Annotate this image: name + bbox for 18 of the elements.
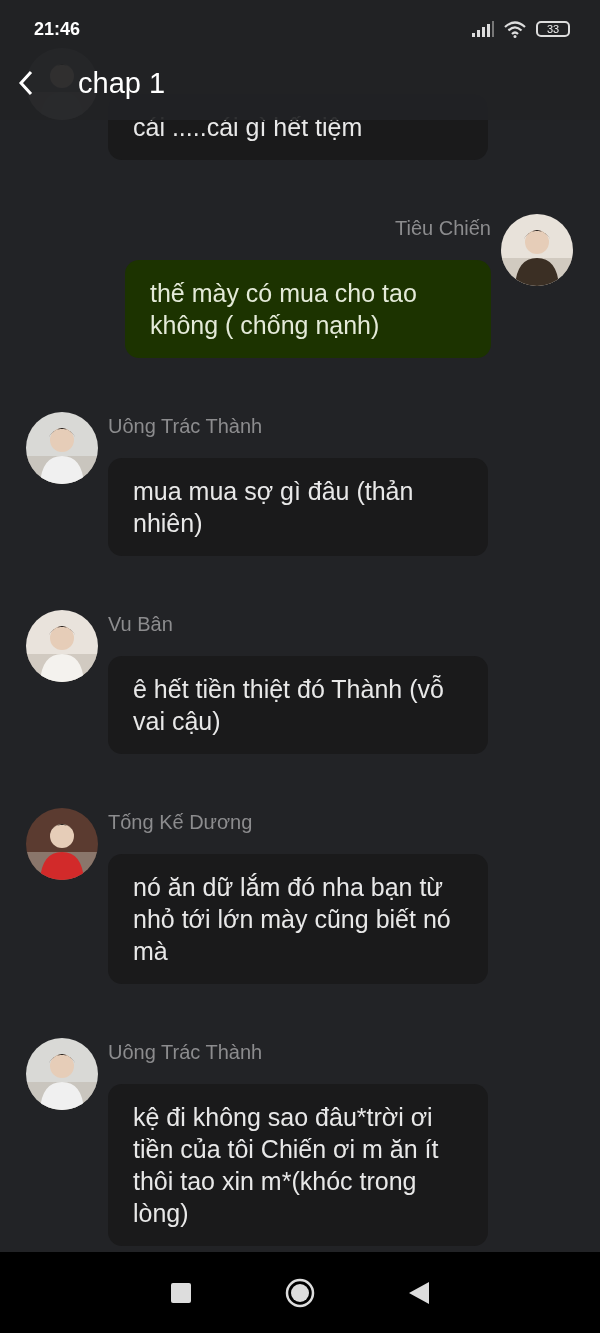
battery-indicator: 33 [536, 21, 570, 37]
back-icon[interactable] [409, 1281, 429, 1304]
sender-name: Uông Trác Thành [108, 414, 263, 438]
signal-icon [472, 21, 494, 37]
sender-name: Vu Bân [108, 612, 173, 636]
sender-name: Tiêu Chiến [395, 216, 491, 240]
message-bubble: thế mày có mua cho tao không ( chống nạnh) [125, 260, 491, 358]
sender-name: Uông Trác Thành [108, 1040, 263, 1064]
status-time: 21:46 [34, 18, 81, 40]
message-bubble: kệ đi không sao đâu*trời ơi tiền của tôi Chiến ơi m ăn ít thôi tao xin m*(khóc trong lòng) [108, 1084, 488, 1246]
wifi-icon [504, 20, 526, 38]
message-bubble: mua mua sợ gì đâu (thản nhiên) [108, 458, 488, 556]
back-icon[interactable] [18, 70, 34, 96]
message-bubble: nó ăn dữ lắm đó nha bạn từ nhỏ tới lớn mày cũng biết nó mà [108, 854, 488, 984]
sender-name: Tống Kế Dương [108, 810, 253, 834]
message-bubble: ê hết tiền thiệt đó Thành (vỗ vai cậu) [108, 656, 488, 754]
recents-icon[interactable] [171, 1282, 191, 1303]
home-icon[interactable] [285, 1277, 315, 1308]
